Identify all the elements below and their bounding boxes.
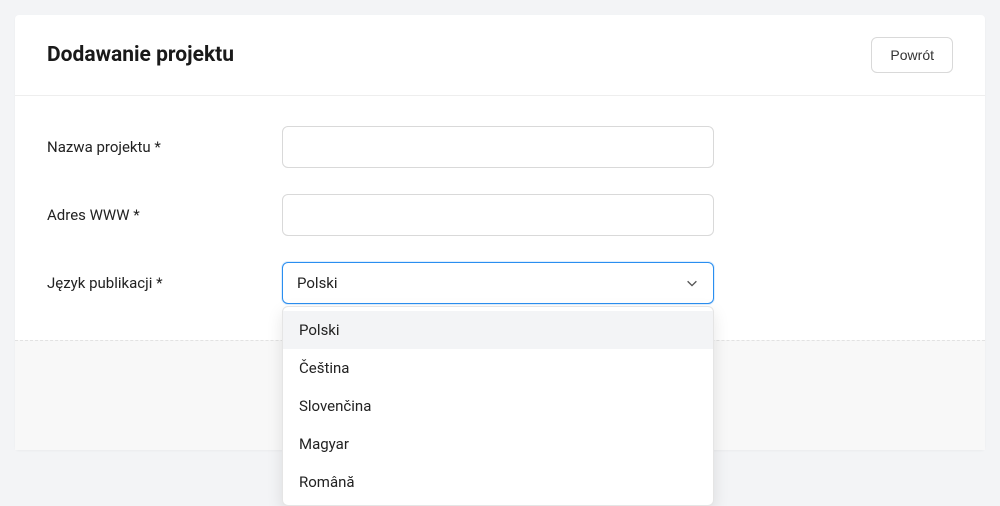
card-header: Dodawanie projektu Powrót: [15, 15, 985, 96]
publication-language-select[interactable]: Polski: [282, 262, 714, 304]
language-dropdown: Polski Čeština Slovenčina Magyar Română: [282, 306, 714, 506]
back-button[interactable]: Powrót: [871, 37, 953, 73]
row-publication-language: Język publikacji * Polski Polski Čeština…: [47, 262, 953, 304]
label-www-address: Adres WWW *: [47, 206, 282, 224]
row-www-address: Adres WWW *: [47, 194, 953, 236]
dropdown-item-slovencina[interactable]: Slovenčina: [283, 387, 713, 425]
label-project-name: Nazwa projektu *: [47, 138, 282, 156]
card-body: Nazwa projektu * Adres WWW * Język publi…: [15, 96, 985, 340]
chevron-down-icon: [685, 276, 699, 290]
project-name-input[interactable]: [282, 126, 714, 168]
www-address-input[interactable]: [282, 194, 714, 236]
page-title: Dodawanie projektu: [47, 43, 234, 67]
dropdown-item-polski[interactable]: Polski: [283, 311, 713, 349]
row-project-name: Nazwa projektu *: [47, 126, 953, 168]
dropdown-item-cestina[interactable]: Čeština: [283, 349, 713, 387]
project-form-card: Dodawanie projektu Powrót Nazwa projektu…: [15, 15, 985, 450]
label-publication-language: Język publikacji *: [47, 274, 282, 292]
dropdown-item-magyar[interactable]: Magyar: [283, 425, 713, 463]
dropdown-item-romana[interactable]: Română: [283, 463, 713, 501]
select-value: Polski: [297, 274, 338, 292]
